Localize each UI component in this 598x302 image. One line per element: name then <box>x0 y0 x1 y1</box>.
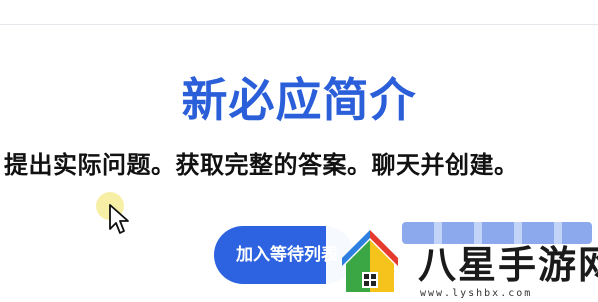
page-title: 新必应简介 <box>181 73 417 127</box>
watermark-blurred-text <box>402 222 592 244</box>
watermark-url: www.lyshbx.com <box>420 288 533 299</box>
page-subtitle: 提出实际问题。获取完整的答案。聊天并创建。 <box>4 151 519 179</box>
watermark-brand: 八星手游网 <box>418 243 598 287</box>
top-divider <box>0 24 598 25</box>
house-logo-icon <box>342 230 398 292</box>
watermark-overlay: 八星手游网 www.lyshbx.com <box>326 208 598 302</box>
mouse-cursor-icon <box>109 204 129 234</box>
